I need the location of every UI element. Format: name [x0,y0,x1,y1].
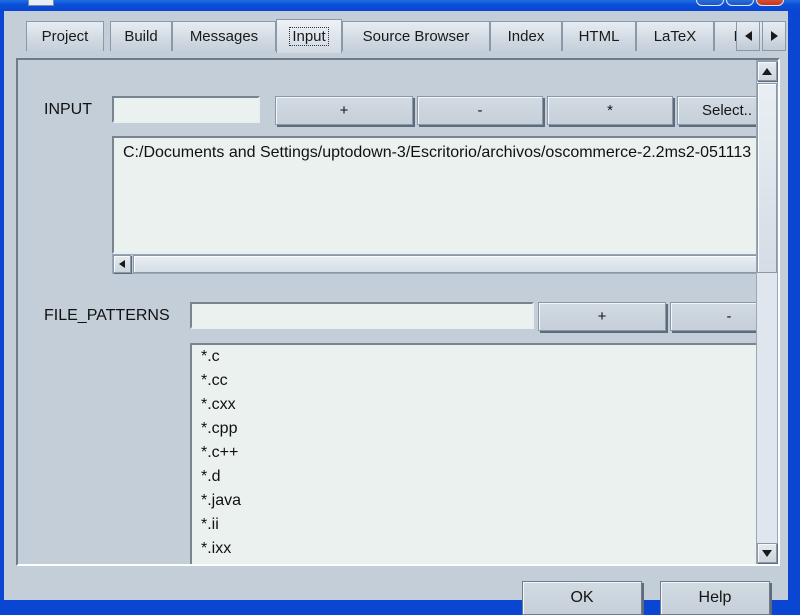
tab-html[interactable]: HTML [562,21,636,51]
input-tab-panel: INPUT + - * Select.. C:/Documents and Se… [16,58,780,566]
tab-source-browser[interactable]: Source Browser [342,21,490,51]
vscroll-up-button[interactable] [757,61,777,81]
file-patterns-label: FILE_PATTERNS [44,307,170,324]
list-item[interactable]: *.ii [192,513,756,537]
triangle-left-icon [119,260,125,268]
tab-label: HTML [578,28,620,45]
vscroll-thumb[interactable] [757,83,777,273]
tab-label: Project [41,28,89,45]
help-button[interactable]: Help [660,581,770,615]
tab-index[interactable]: Index [490,21,562,51]
panel-vertical-scrollbar[interactable] [756,60,778,564]
input-add-button[interactable]: + [275,96,413,125]
panel-scroll-content: INPUT + - * Select.. C:/Documents and Se… [18,60,756,564]
file-patterns-remove-button[interactable]: - [670,302,756,331]
list-item[interactable]: *.cc [192,369,756,393]
input-remove-button[interactable]: - [417,96,543,125]
tab-input[interactable]: Input [276,19,342,53]
tab-messages[interactable]: Messages [172,21,276,51]
application-window: Project Build Messages Input Source Brow… [0,0,800,615]
triangle-left-icon [744,31,752,41]
input-wildcard-button[interactable]: * [547,96,673,125]
input-horizontal-scrollbar[interactable] [112,254,756,274]
dialog-client-area: Project Build Messages Input Source Brow… [4,11,788,615]
title-bar[interactable] [0,0,800,11]
tab-label: LaTeX [653,28,697,45]
list-item[interactable]: *.cxx [192,393,756,417]
vscroll-down-button[interactable] [757,543,777,563]
input-label: INPUT [44,101,92,118]
tab-label: Source Browser [362,28,470,45]
triangle-up-icon [762,67,772,75]
tab-label: Input [289,27,329,46]
maximize-button[interactable] [726,0,754,6]
ok-button[interactable]: OK [522,581,642,615]
hscroll-left-button[interactable] [113,255,131,273]
tab-scroll-left-button[interactable] [736,21,760,51]
tab-project[interactable]: Project [26,21,104,51]
tab-bar: Project Build Messages Input Source Brow… [10,19,786,53]
list-item[interactable]: C:/Documents and Settings/uptodown-3/Esc… [114,138,756,168]
input-paths-listbox[interactable]: C:/Documents and Settings/uptodown-3/Esc… [112,136,756,254]
tab-scroll-right-button[interactable] [762,21,786,51]
window-frame-right [788,11,800,600]
triangle-right-icon [770,31,778,41]
file-patterns-list-items: *.c *.cc *.cxx *.cpp *.c++ *.d *.java *.… [192,345,756,561]
file-patterns-listbox[interactable]: *.c *.cc *.cxx *.cpp *.c++ *.d *.java *.… [190,343,756,564]
hscroll-thumb[interactable] [133,255,756,273]
close-button[interactable] [756,0,784,6]
tab-label: Messages [189,28,259,45]
list-item[interactable]: *.cpp [192,417,756,441]
file-patterns-add-button[interactable]: + [538,302,666,331]
minimize-button[interactable] [696,0,724,6]
tab-label: Index [507,28,545,45]
triangle-down-icon [762,549,772,557]
list-item[interactable]: *.d [192,465,756,489]
app-icon [28,0,54,6]
input-text-field[interactable] [112,96,260,123]
list-item[interactable]: *.c++ [192,441,756,465]
input-select-button[interactable]: Select.. [677,96,756,125]
tab-latex[interactable]: LaTeX [636,21,714,51]
list-item[interactable]: *.c [192,345,756,369]
list-item[interactable]: *.java [192,489,756,513]
tab-label: Build [124,28,158,45]
list-item[interactable]: *.ixx [192,537,756,561]
tab-build[interactable]: Build [110,21,172,51]
file-patterns-text-field[interactable] [190,302,534,329]
